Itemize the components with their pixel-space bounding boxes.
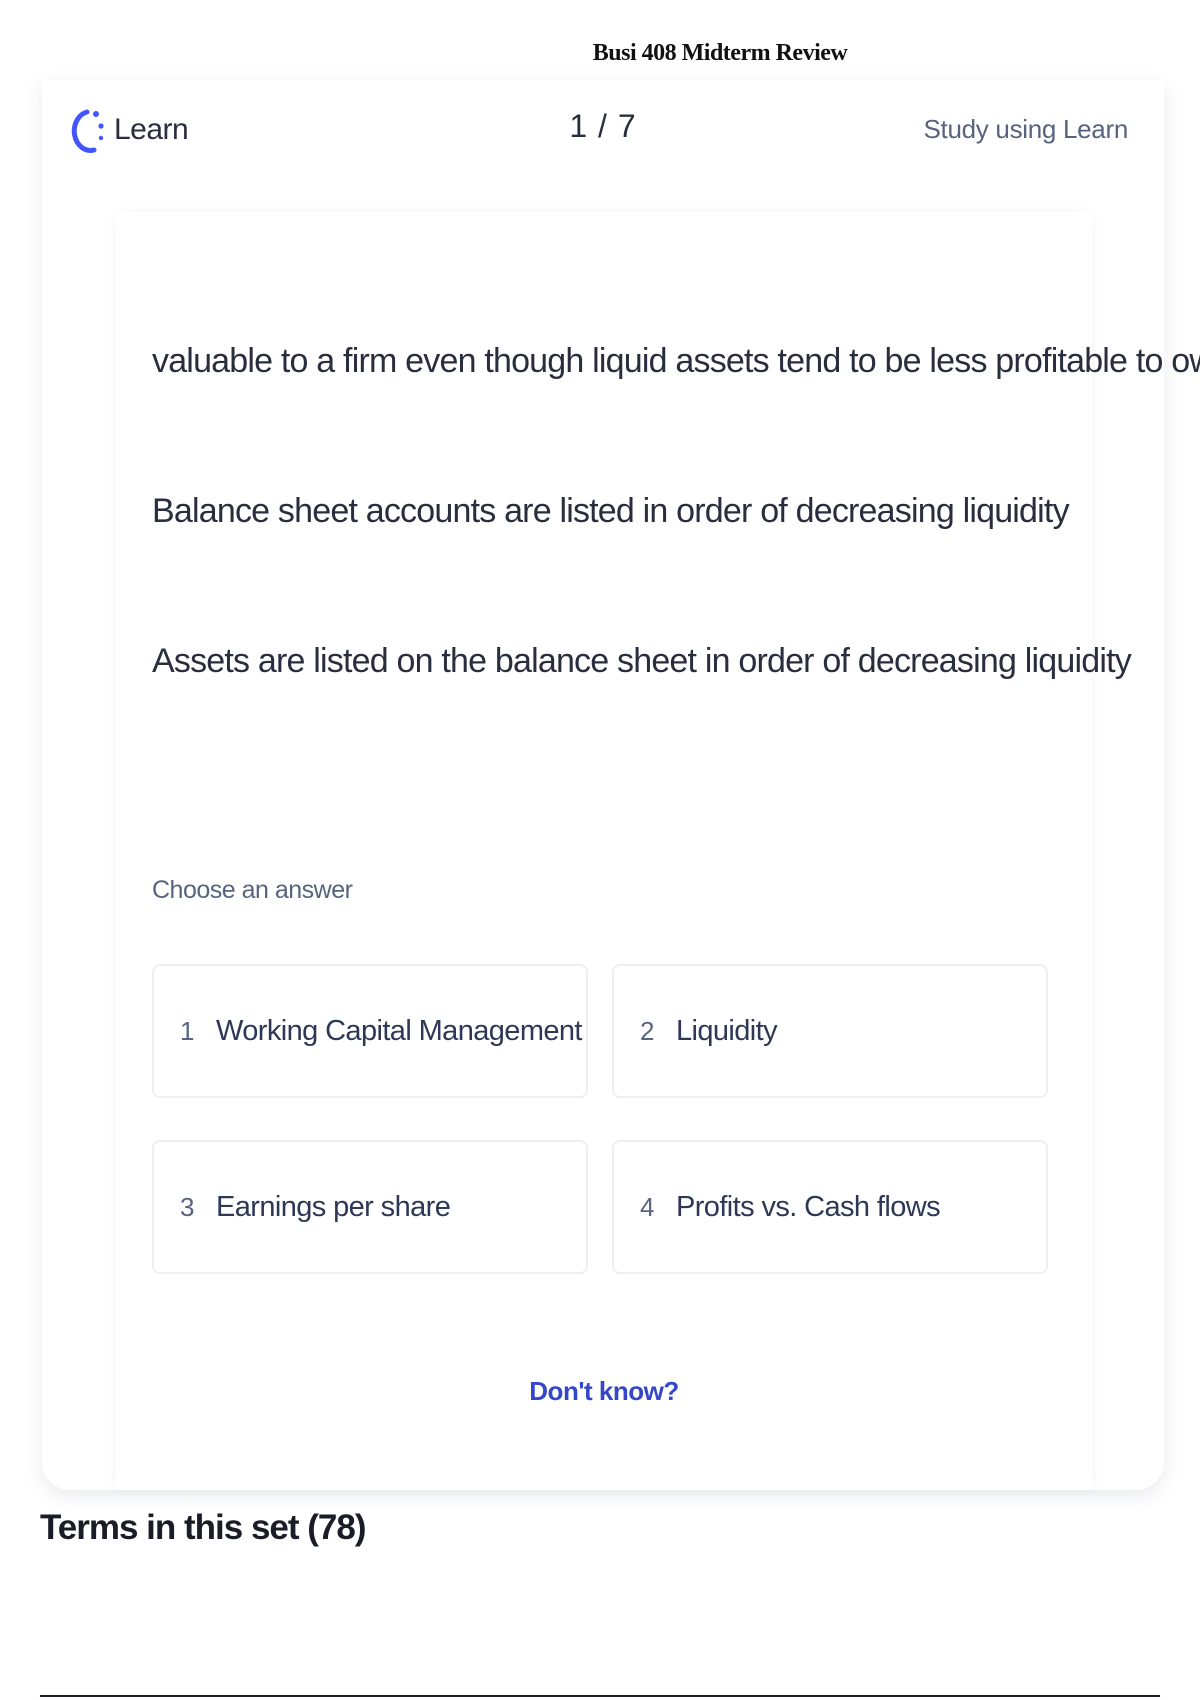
option-label: Profits vs. Cash flows xyxy=(676,1190,941,1223)
answer-option-4[interactable]: 4 Profits vs. Cash flows xyxy=(612,1140,1048,1274)
answer-option-3[interactable]: 3 Earnings per share xyxy=(152,1140,588,1274)
document-title: Busi 408 Midterm Review xyxy=(592,40,848,66)
answer-option-1[interactable]: 1 Working Capital Management xyxy=(152,964,588,1098)
terms-heading: Terms in this set (78) xyxy=(40,1508,367,1547)
option-number: 2 xyxy=(640,1015,655,1046)
question-card: valuable to a firm even though liquid as… xyxy=(116,212,1200,1490)
dont-know-button[interactable]: Don't know? xyxy=(116,1376,1092,1407)
learn-panel: Learn 1 / 7 Study using Learn valuable t… xyxy=(42,80,1200,1490)
option-label: Liquidity xyxy=(676,1014,778,1047)
option-number: 1 xyxy=(180,1015,195,1046)
choose-answer-label: Choose an answer xyxy=(152,876,353,904)
term-text-line: Balance sheet accounts are listed in ord… xyxy=(152,492,1070,530)
learn-header: Learn 1 / 7 Study using Learn xyxy=(42,80,1164,180)
option-label: Working Capital Management xyxy=(216,1014,582,1047)
divider xyxy=(40,1695,1160,1697)
option-label: Earnings per share xyxy=(216,1190,451,1223)
term-text-line: Assets are listed on the balance sheet i… xyxy=(152,642,1132,680)
answer-option-2[interactable]: 2 Liquidity xyxy=(612,964,1048,1098)
option-number: 3 xyxy=(180,1191,195,1222)
term-text-line: valuable to a firm even though liquid as… xyxy=(152,342,1200,380)
study-using-learn-link[interactable]: Study using Learn xyxy=(924,114,1129,145)
option-number: 4 xyxy=(640,1191,655,1222)
